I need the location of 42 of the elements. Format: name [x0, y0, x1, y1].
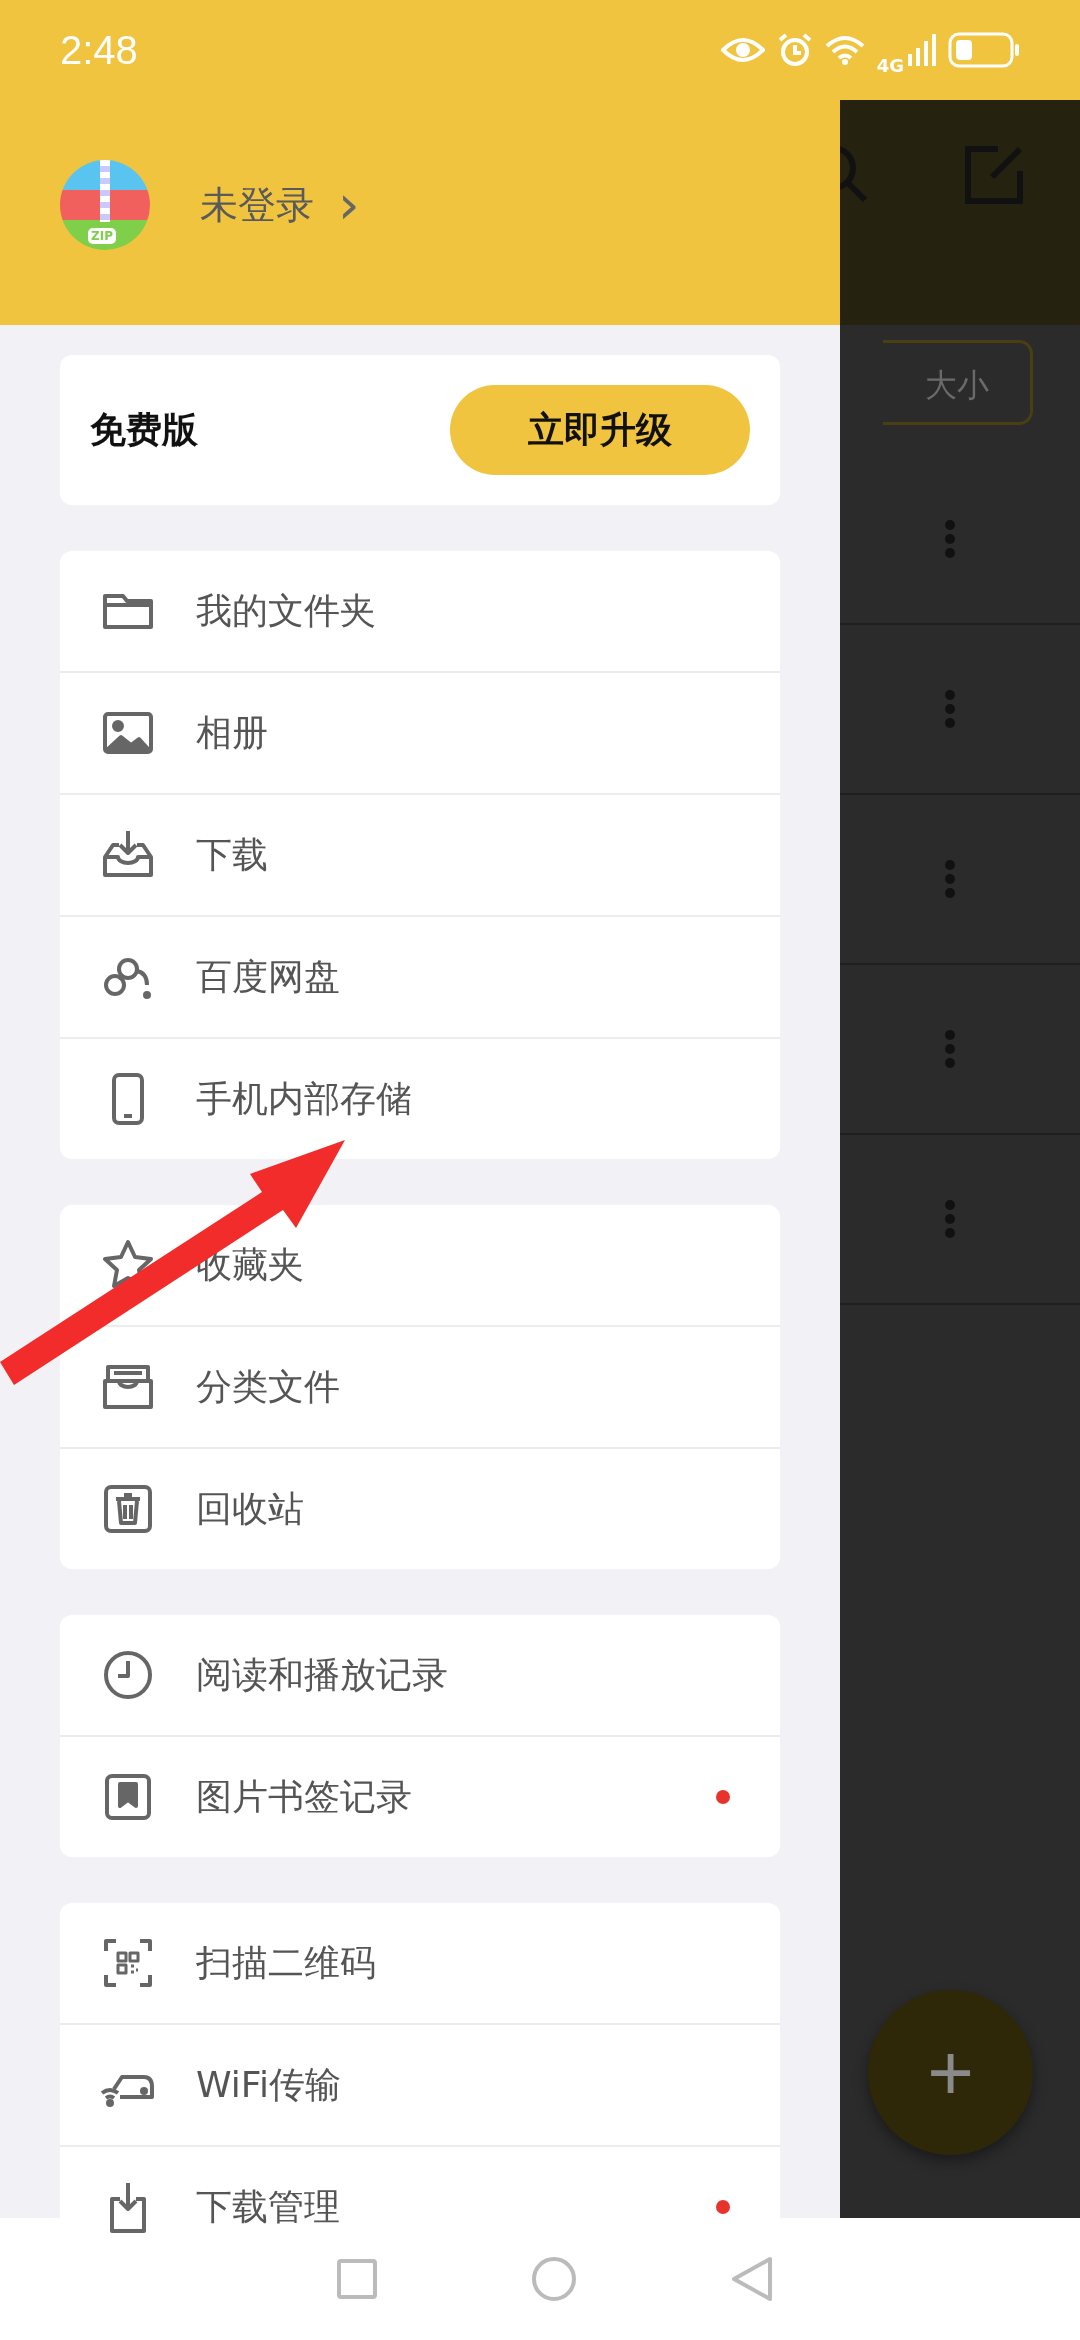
menu-label: 下载	[196, 832, 269, 877]
add-button[interactable]: +	[868, 1990, 1033, 2155]
menu-item[interactable]: 百度网盘	[60, 915, 780, 1037]
status-time: 2:48	[60, 27, 138, 73]
back-icon[interactable]	[730, 2255, 774, 2303]
menu-label: 回收站	[196, 1486, 305, 1531]
menu-label: 分类文件	[196, 1364, 341, 1409]
menu-label: 扫描二维码	[196, 1940, 377, 1985]
wifi-icon	[824, 34, 865, 66]
more-icon[interactable]	[944, 859, 956, 899]
menu-item[interactable]: 回收站	[60, 1447, 780, 1569]
plan-label: 免费版	[90, 407, 198, 452]
menu-item[interactable]: WiFi传输	[60, 2023, 780, 2145]
menu-label: 相册	[196, 710, 269, 755]
more-icon[interactable]	[944, 1029, 956, 1069]
menu-item[interactable]: 相册	[60, 671, 780, 793]
app-logo: ZIP	[60, 160, 150, 250]
eye-icon	[720, 35, 765, 65]
menu-label: 图片书签记录	[196, 1774, 413, 1819]
menu-item[interactable]: 我的文件夹	[60, 551, 780, 671]
menu-label: 我的文件夹	[196, 588, 377, 633]
more-icon[interactable]	[944, 689, 956, 729]
menu-label: 下载管理	[196, 2184, 341, 2229]
menu-item[interactable]: 下载	[60, 793, 780, 915]
menu-item[interactable]: 阅读和播放记录	[60, 1615, 780, 1735]
home-icon[interactable]	[530, 2255, 578, 2303]
signal-icon	[908, 34, 936, 66]
menu-label: 手机内部存储	[196, 1076, 413, 1121]
more-icon[interactable]	[944, 1199, 956, 1239]
menu-label: 阅读和播放记录	[196, 1652, 449, 1697]
upgrade-button[interactable]: 立即升级	[450, 385, 750, 475]
menu-item[interactable]: 图片书签记录	[60, 1735, 780, 1857]
recents-icon[interactable]	[336, 2258, 378, 2300]
more-icon[interactable]	[944, 519, 956, 559]
menu-label: 百度网盘	[196, 954, 341, 999]
alarm-icon	[776, 32, 813, 68]
network-type: 4G	[876, 54, 904, 76]
login-link[interactable]: 未登录	[200, 179, 314, 231]
menu-item[interactable]: 扫描二维码	[60, 1903, 780, 2023]
chevron-icon: ›	[338, 178, 360, 232]
menu-label: WiFi传输	[196, 2062, 342, 2107]
battery-icon	[948, 32, 1020, 68]
